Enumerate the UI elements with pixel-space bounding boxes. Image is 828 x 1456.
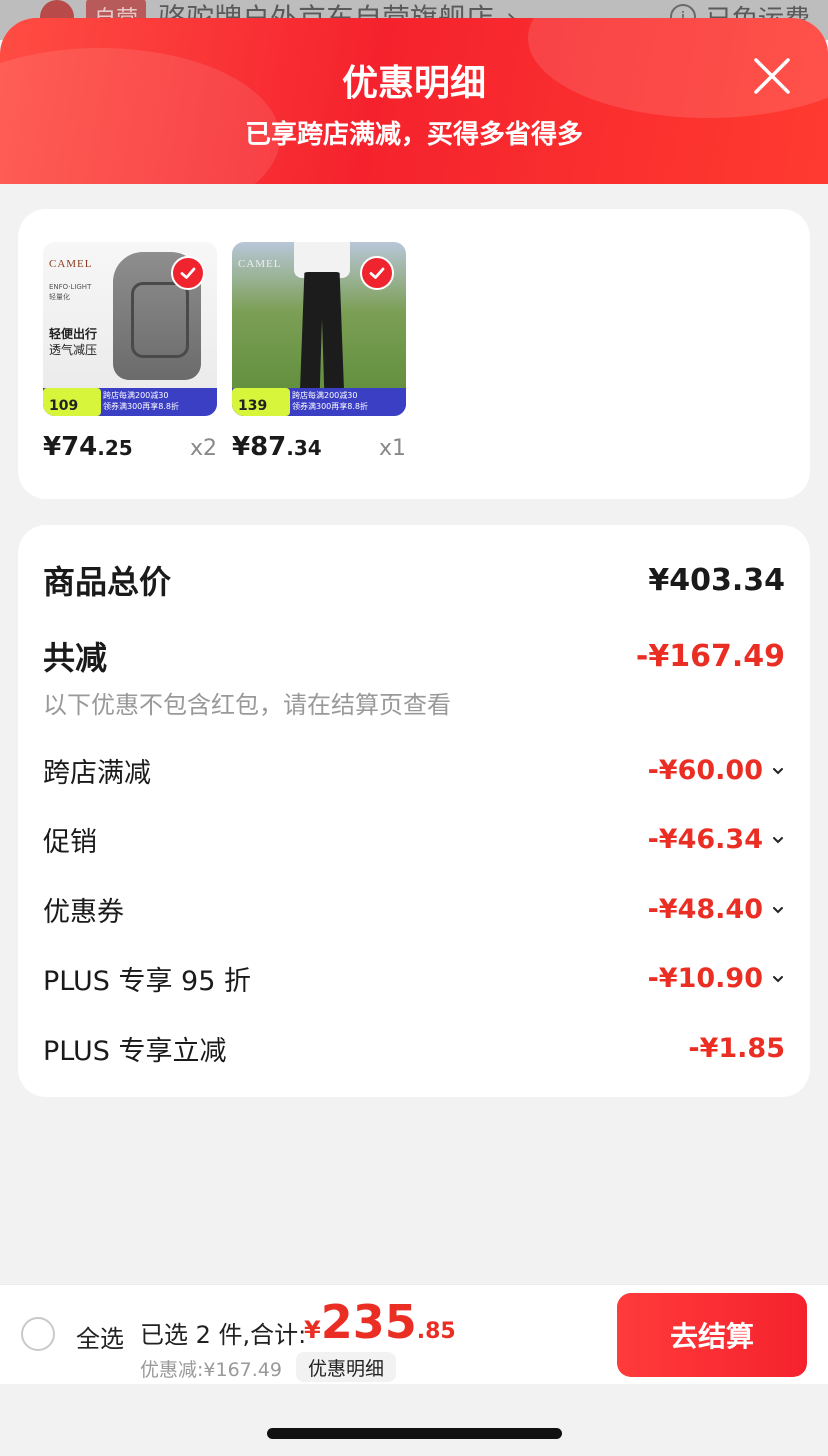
pants-image <box>300 272 344 390</box>
product-tagline: 轻便出行 透气减压 <box>49 327 98 357</box>
select-all-radio[interactable] <box>21 1317 55 1351</box>
total-price-label: 商品总价 <box>43 563 172 601</box>
discount-summary: 优惠减:¥167.49 <box>140 1359 282 1381</box>
total-reduce-value: -¥167.49 <box>635 638 785 674</box>
product-price-row: ¥74.25 x2 <box>43 432 217 462</box>
discount-value: -¥46.34 <box>648 824 785 855</box>
discount-detail-sheet: 优惠明细 已享跨店满减，买得多省得多 CAMEL ENFO·LIGHT 轻量化 … <box>0 18 828 1456</box>
discount-label: PLUS 专享立减 <box>43 1036 227 1067</box>
chevron-down-icon <box>773 975 783 982</box>
discount-row-plus-95[interactable]: PLUS 专享 95 折 -¥10.90 <box>43 959 785 998</box>
checkout-button[interactable]: 去结算 <box>617 1293 807 1377</box>
discount-row-coupon[interactable]: 优惠券 -¥48.40 <box>43 890 785 929</box>
chevron-down-icon <box>773 836 783 843</box>
discount-value: -¥60.00 <box>648 755 785 786</box>
product-price: ¥74.25 <box>43 432 133 462</box>
discount-label: PLUS 专享 95 折 <box>43 966 251 997</box>
price-summary-card: 商品总价 ¥403.34 共减 -¥167.49 以下优惠不包含红包，请在结算页… <box>18 525 810 1097</box>
discount-row-cross-store[interactable]: 跨店满减 -¥60.00 <box>43 751 785 790</box>
discount-value: -¥1.85 <box>688 1033 785 1064</box>
product-image[interactable]: CAMEL 139 跨店每满200减30 领券满300再享8.8折 <box>232 242 406 416</box>
sheet-title: 优惠明细 <box>341 63 486 104</box>
products-card: CAMEL ENFO·LIGHT 轻量化 轻便出行 透气减压 109 跨店每满2… <box>18 209 810 499</box>
product-item[interactable]: CAMEL 139 跨店每满200减30 领券满300再享8.8折 ¥87.34… <box>232 242 406 462</box>
redpacket-note: 以下优惠不包含红包，请在结算页查看 <box>43 691 451 719</box>
discount-row-promotion[interactable]: 促销 -¥46.34 <box>43 820 785 859</box>
discount-value: -¥10.90 <box>648 963 785 994</box>
discount-label: 促销 <box>43 827 97 858</box>
total-amount: ¥ 235 .85 <box>304 1295 456 1349</box>
select-all-label[interactable]: 全选 <box>76 1319 124 1354</box>
close-button[interactable] <box>752 56 792 96</box>
product-quantity: x2 <box>189 436 217 461</box>
discount-label: 跨店满减 <box>43 758 151 789</box>
promo-price: 109 <box>43 388 101 416</box>
discount-row-plus-instant: PLUS 专享立减 -¥1.85 <box>43 1029 785 1068</box>
total-price-value: ¥403.34 <box>648 562 785 598</box>
selected-count-text: 已选 2 件,合计: <box>140 1321 307 1349</box>
selected-check[interactable] <box>171 256 205 290</box>
home-indicator[interactable] <box>267 1428 562 1439</box>
brand-logo: CAMEL <box>238 258 282 270</box>
total-price-row: 商品总价 ¥403.34 <box>43 557 785 603</box>
product-item[interactable]: CAMEL ENFO·LIGHT 轻量化 轻便出行 透气减压 109 跨店每满2… <box>43 242 217 462</box>
discount-value: -¥48.40 <box>648 894 785 925</box>
selected-check[interactable] <box>360 256 394 290</box>
check-icon <box>369 267 385 279</box>
discount-detail-button[interactable]: 优惠明细 <box>296 1352 397 1382</box>
brand-logo: CAMEL <box>49 258 93 270</box>
badge-text: ENFO·LIGHT 轻量化 <box>49 283 92 301</box>
product-price-row: ¥87.34 x1 <box>232 432 406 462</box>
chevron-down-icon <box>773 767 783 774</box>
check-icon <box>180 267 196 279</box>
promo-text: 跨店每满200减30 领券满300再享8.8折 <box>103 391 179 411</box>
sheet-header: 优惠明细 已享跨店满减，买得多省得多 <box>0 18 828 184</box>
product-quantity: x1 <box>378 436 406 461</box>
chevron-down-icon <box>773 906 783 913</box>
close-icon <box>754 58 790 94</box>
sheet-subtitle: 已享跨店满减，买得多省得多 <box>244 120 583 150</box>
product-price: ¥87.34 <box>232 432 322 462</box>
checkout-bar: 全选 已选 2 件,合计: ¥ 235 .85 优惠减:¥167.49 优惠明细… <box>0 1284 828 1384</box>
total-reduce-row: 共减 -¥167.49 <box>43 633 785 679</box>
product-image[interactable]: CAMEL ENFO·LIGHT 轻量化 轻便出行 透气减压 109 跨店每满2… <box>43 242 217 416</box>
promo-price: 139 <box>232 388 290 416</box>
promo-price-bar: 139 跨店每满200减30 领券满300再享8.8折 <box>232 388 406 416</box>
discount-label: 优惠券 <box>43 897 124 928</box>
promo-text: 跨店每满200减30 领券满300再享8.8折 <box>292 391 368 411</box>
promo-price-bar: 109 跨店每满200减30 领券满300再享8.8折 <box>43 388 217 416</box>
total-reduce-label: 共减 <box>43 639 108 677</box>
